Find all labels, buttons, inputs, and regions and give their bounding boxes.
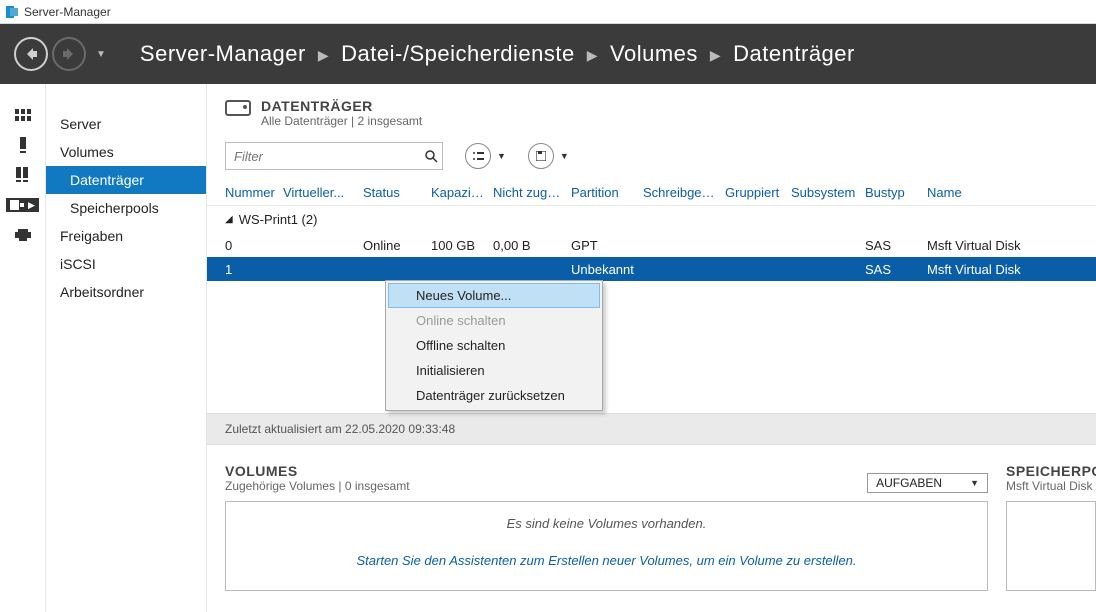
table-header-row: Nummer Virtueller... Status Kapazit... N… bbox=[207, 180, 1096, 206]
storage-pool-panel: SPEICHERPOOL Msft Virtual Disk auf bbox=[1006, 463, 1096, 591]
col-write[interactable]: Schreibges... bbox=[643, 185, 725, 200]
col-grouped[interactable]: Gruppiert bbox=[725, 185, 791, 200]
table-row[interactable]: 0 Online 100 GB 0,00 B GPT SAS Msft Virt… bbox=[207, 233, 1096, 257]
dashboard-icon[interactable] bbox=[13, 108, 33, 122]
col-status[interactable]: Status bbox=[363, 185, 431, 200]
section-header: DATENTRÄGER Alle Datenträger | 2 insgesa… bbox=[207, 84, 1096, 138]
col-subsystem[interactable]: Subsystem bbox=[791, 185, 865, 200]
history-dropdown-icon[interactable]: ▼ bbox=[96, 49, 106, 60]
file-services-icon[interactable]: ▶ bbox=[6, 198, 39, 212]
pool-subtitle: Msft Virtual Disk auf bbox=[1006, 479, 1096, 493]
volumes-title: VOLUMES bbox=[225, 463, 410, 479]
col-number[interactable]: Nummer bbox=[225, 185, 283, 200]
wizard-link[interactable]: Starten Sie den Assistenten zum Erstelle… bbox=[226, 553, 987, 568]
table-row[interactable]: 1 Unbekannt SAS Msft Virtual Disk bbox=[207, 257, 1096, 281]
context-menu: Neues Volume... Online schalten Offline … bbox=[385, 280, 603, 411]
forward-button[interactable] bbox=[52, 37, 86, 71]
all-servers-icon[interactable] bbox=[13, 168, 33, 182]
section-subtitle: Alle Datenträger | 2 insgesamt bbox=[261, 114, 422, 128]
group-label: WS-Print1 (2) bbox=[239, 212, 318, 227]
col-bustype[interactable]: Bustyp bbox=[865, 185, 927, 200]
volumes-subtitle: Zugehörige Volumes | 0 insgesamt bbox=[225, 479, 410, 493]
col-capacity[interactable]: Kapazit... bbox=[431, 185, 493, 200]
col-virtual[interactable]: Virtueller... bbox=[283, 185, 363, 200]
breadcrumb-item[interactable]: Server-Manager bbox=[140, 41, 306, 67]
app-icon bbox=[4, 4, 20, 20]
filter-searchbox[interactable] bbox=[225, 142, 443, 170]
disks-table: Nummer Virtueller... Status Kapazit... N… bbox=[207, 180, 1096, 281]
col-name[interactable]: Name bbox=[927, 185, 1078, 200]
empty-text: Es sind keine Volumes vorhanden. bbox=[226, 516, 987, 531]
volumes-empty-box: Es sind keine Volumes vorhanden. Starten… bbox=[225, 501, 988, 591]
pool-title: SPEICHERPOOL bbox=[1006, 463, 1096, 479]
save-options-button[interactable]: ▼ bbox=[528, 143, 569, 169]
tasks-label: AUFGABEN bbox=[876, 476, 942, 490]
breadcrumb: Server-Manager ▶ Datei-/Speicherdienste … bbox=[140, 41, 855, 67]
print-services-icon[interactable] bbox=[13, 228, 33, 242]
breadcrumb-item[interactable]: Datenträger bbox=[733, 41, 855, 67]
menu-online: Online schalten bbox=[388, 308, 600, 333]
table-group-header[interactable]: ◢ WS-Print1 (2) bbox=[207, 206, 1096, 233]
chevron-down-icon: ▼ bbox=[497, 151, 506, 161]
chevron-down-icon: ▼ bbox=[970, 478, 979, 488]
col-free[interactable]: Nicht zuge... bbox=[493, 185, 571, 200]
side-navigation: Server Volumes Datenträger Speicherpools… bbox=[46, 84, 206, 612]
chevron-right-icon: ▶ bbox=[318, 47, 329, 64]
chevron-down-icon: ▼ bbox=[560, 151, 569, 161]
menu-initialize[interactable]: Initialisieren bbox=[388, 358, 600, 383]
window-titlebar: Server-Manager bbox=[0, 0, 1096, 24]
window-title: Server-Manager bbox=[24, 5, 111, 19]
lower-panels: VOLUMES Zugehörige Volumes | 0 insgesamt… bbox=[207, 445, 1096, 591]
local-server-icon[interactable] bbox=[13, 138, 33, 152]
search-icon[interactable] bbox=[420, 149, 442, 163]
volumes-panel: VOLUMES Zugehörige Volumes | 0 insgesamt… bbox=[225, 463, 988, 591]
tasks-dropdown[interactable]: AUFGABEN ▼ bbox=[867, 473, 988, 493]
navigation-bar: ▼ Server-Manager ▶ Datei-/Speicherdienst… bbox=[0, 24, 1096, 84]
icon-rail: ▶ bbox=[0, 84, 46, 612]
save-icon bbox=[528, 143, 554, 169]
filter-bar: ▼ ▼ bbox=[207, 138, 1096, 180]
menu-new-volume[interactable]: Neues Volume... bbox=[388, 283, 600, 308]
sidenav-item-iscsi[interactable]: iSCSI bbox=[46, 250, 206, 278]
content-area: DATENTRÄGER Alle Datenträger | 2 insgesa… bbox=[206, 84, 1096, 612]
sidenav-item-disks[interactable]: Datenträger bbox=[46, 166, 206, 194]
view-options-button[interactable]: ▼ bbox=[465, 143, 506, 169]
menu-reset-disk[interactable]: Datenträger zurücksetzen bbox=[388, 383, 600, 408]
sidenav-item-volumes[interactable]: Volumes bbox=[46, 138, 206, 166]
pool-box bbox=[1006, 501, 1096, 591]
menu-offline[interactable]: Offline schalten bbox=[388, 333, 600, 358]
sidenav-item-workfolders[interactable]: Arbeitsordner bbox=[46, 278, 206, 306]
back-button[interactable] bbox=[14, 37, 48, 71]
disk-icon bbox=[225, 100, 251, 116]
sidenav-item-server[interactable]: Server bbox=[46, 110, 206, 138]
chevron-right-icon: ▶ bbox=[587, 47, 598, 64]
col-partition[interactable]: Partition bbox=[571, 185, 643, 200]
status-line: Zuletzt aktualisiert am 22.05.2020 09:33… bbox=[207, 413, 1096, 445]
chevron-right-icon: ▶ bbox=[710, 47, 721, 64]
filter-input[interactable] bbox=[226, 149, 420, 164]
collapse-icon: ◢ bbox=[225, 214, 233, 225]
list-icon bbox=[465, 143, 491, 169]
section-title: DATENTRÄGER bbox=[261, 98, 422, 114]
sidenav-item-shares[interactable]: Freigaben bbox=[46, 222, 206, 250]
breadcrumb-item[interactable]: Datei-/Speicherdienste bbox=[341, 41, 575, 67]
breadcrumb-item[interactable]: Volumes bbox=[610, 41, 698, 67]
sidenav-item-storage-pools[interactable]: Speicherpools bbox=[46, 194, 206, 222]
